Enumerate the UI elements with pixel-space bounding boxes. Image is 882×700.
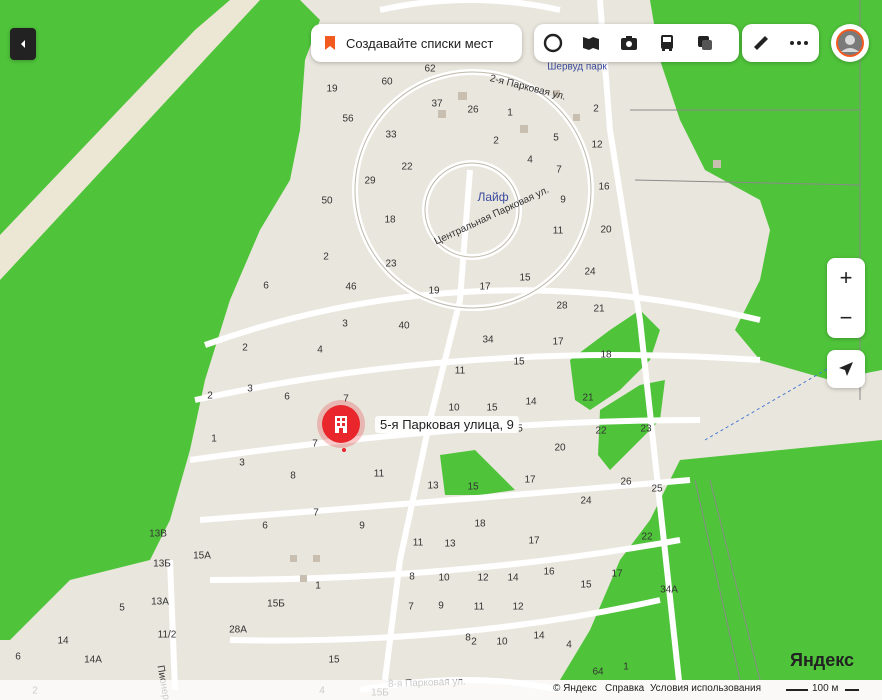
map-layer xyxy=(0,0,882,693)
user-icon xyxy=(836,29,864,57)
panorama-button[interactable] xyxy=(572,24,610,62)
transport-icon xyxy=(661,35,673,51)
ruler-button[interactable] xyxy=(742,24,780,62)
zoom-out-button[interactable]: − xyxy=(827,298,865,338)
bookmark-icon xyxy=(325,36,335,50)
footer-help-link[interactable]: Справка xyxy=(605,683,644,694)
layers-icon xyxy=(543,33,563,53)
scale-bar-right xyxy=(845,689,859,691)
yandex-logo: Яндекс xyxy=(790,650,855,670)
map-canvas[interactable]: 62 60 19 56 33 37 26 1 2 5 12 22 2 4 7 16 29 9 50 18 11 20 2 23… xyxy=(0,0,882,700)
map-tools-group xyxy=(534,24,739,62)
road-arc-5 xyxy=(209,537,681,583)
zoom-in-button[interactable]: + xyxy=(827,258,865,298)
chevron-left-icon xyxy=(21,40,25,48)
zoom-control: + − xyxy=(827,258,865,338)
scale-label: 100 м xyxy=(812,683,839,694)
forest-area-patch-3 xyxy=(440,450,515,495)
more-icon xyxy=(790,41,808,45)
road-left-vertical xyxy=(167,559,178,691)
layers-button[interactable] xyxy=(534,24,572,62)
panorama-icon xyxy=(583,37,599,50)
sidebar-toggle-button[interactable] xyxy=(10,28,36,60)
geolocation-button[interactable] xyxy=(827,350,865,388)
marker-dot xyxy=(342,448,346,452)
lists-promo-label: Создавайте списки мест xyxy=(346,35,494,51)
avatar[interactable] xyxy=(831,24,869,62)
road-arc-1 xyxy=(203,287,761,348)
traffic-icon xyxy=(698,36,712,50)
more-button[interactable] xyxy=(780,24,818,62)
traffic-button[interactable] xyxy=(686,24,724,62)
forest-area-right-bottom xyxy=(560,440,882,680)
location-marker[interactable] xyxy=(322,405,360,443)
marker-label: 5-я Парковая улица, 9 xyxy=(375,416,519,433)
road-arc-2 xyxy=(194,352,761,403)
footer-copyright[interactable]: © Яндекс xyxy=(553,683,597,694)
photo-button[interactable] xyxy=(610,24,648,62)
lists-promo-button[interactable]: Создавайте списки мест xyxy=(311,24,522,62)
road-top xyxy=(379,0,561,13)
location-arrow-icon xyxy=(839,362,853,376)
road-ring-outer xyxy=(352,69,595,311)
scale-bar xyxy=(786,689,808,691)
photo-icon xyxy=(621,36,637,50)
transport-button[interactable] xyxy=(648,24,686,62)
ruler-icon xyxy=(754,36,768,50)
extra-tools-group xyxy=(742,24,819,62)
footer-terms-link[interactable]: Условия использования xyxy=(650,683,761,694)
building-icon xyxy=(335,416,347,433)
